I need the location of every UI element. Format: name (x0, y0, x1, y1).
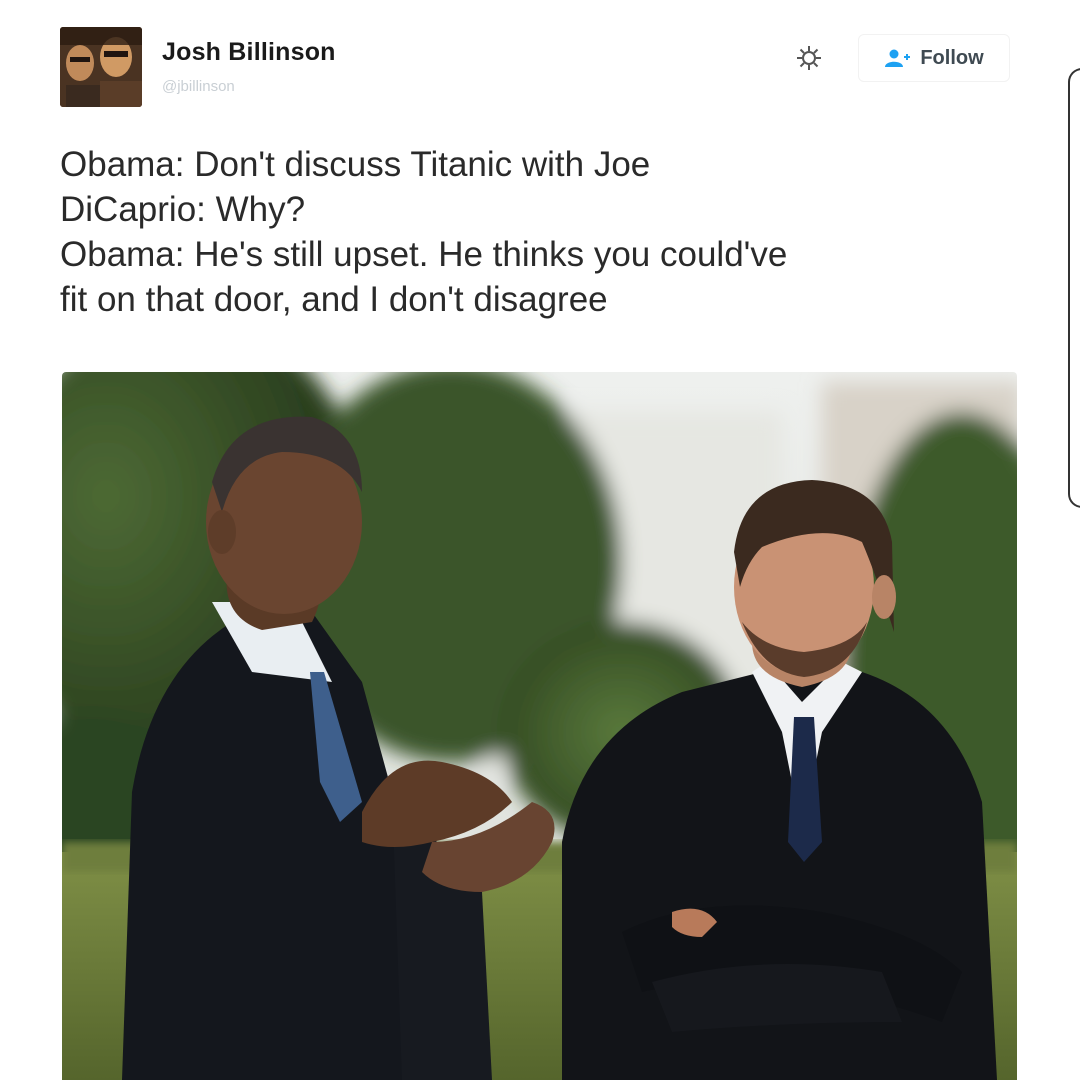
tweet-line: DiCaprio: Why? (60, 190, 306, 229)
tweet-line: Obama: Don't discuss Titanic with Joe (60, 145, 651, 184)
add-user-icon (885, 49, 911, 67)
tweet-text: Obama: Don't discuss Titanic with Joe Di… (60, 142, 1020, 322)
avatar[interactable] (60, 27, 142, 107)
author-name[interactable]: Josh Billinson (162, 38, 336, 67)
tweet-line: fit on that door, and I don't disagree (60, 280, 608, 319)
follow-label: Follow (920, 46, 984, 69)
tweet-photo[interactable] (62, 372, 1017, 1080)
tweet-card: Josh Billinson @jbillinson Follow Obama:… (0, 0, 1080, 1080)
photo-illustration (62, 372, 1017, 1080)
tweet-line: Obama: He's still upset. He thinks you c… (60, 235, 788, 274)
author-handle[interactable]: @jbillinson (162, 78, 235, 95)
gear-icon[interactable] (795, 44, 823, 72)
follow-button[interactable]: Follow (858, 34, 1010, 82)
scroll-indicator[interactable] (1068, 68, 1080, 508)
